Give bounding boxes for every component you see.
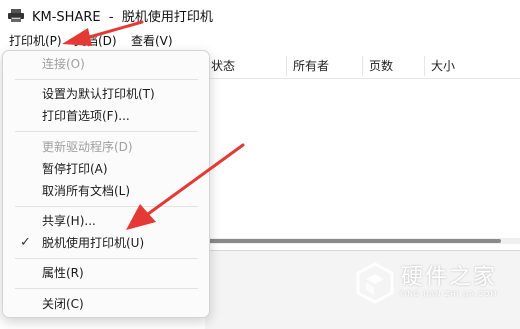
menu-item-pause-printing[interactable]: 暂停打印(A) [7,158,206,180]
column-header-pages[interactable]: 页数 [363,56,425,76]
menu-item-label: 属性(R) [42,266,84,280]
menu-separator [15,258,198,259]
checkmark-icon: ✓ [20,235,31,250]
column-header-size[interactable]: 大小 [425,56,520,76]
menu-separator [15,206,198,207]
menu-item-printing-preferences[interactable]: 打印首选项(F)... [7,105,206,127]
menu-item-label: 连接(O) [42,57,85,71]
menu-item-label: 打印首选项(F)... [42,109,130,123]
cube-logo-icon [356,262,394,304]
menu-item-label: 设置为默认打印机(T) [42,87,155,101]
menu-separator [15,288,198,289]
menu-separator [15,131,198,132]
header-divider [200,78,520,79]
menu-item-close[interactable]: 关闭(C) [7,293,206,315]
menu-printer[interactable]: 打印机(P) [6,32,65,50]
menu-item-label: 更新驱动程序(D) [42,140,133,154]
title-bar: KM-SHARE - 脱机使用打印机 [0,0,520,30]
menu-item-label: 暂停打印(A) [42,162,108,176]
printer-menu-dropdown: 连接(O) 设置为默认打印机(T) 打印首选项(F)... 更新驱动程序(D) … [2,50,210,318]
watermark-subtext: YING JIAN ZHI JIA.COM [399,290,498,298]
scrollbar-thumb[interactable] [205,239,501,243]
menu-item-set-default[interactable]: 设置为默认打印机(T) [7,83,206,105]
menu-item-update-driver[interactable]: 更新驱动程序(D) [7,136,206,158]
printer-icon [8,9,24,22]
menu-item-connect[interactable]: 连接(O) [7,53,206,75]
watermark-text: 硬件之家 [401,265,498,290]
menu-separator [15,79,198,80]
menu-item-label: 共享(H)... [42,214,96,228]
column-header-owner[interactable]: 所有者 [287,56,363,76]
menu-item-properties[interactable]: 属性(R) [7,262,206,284]
menu-item-sharing[interactable]: 共享(H)... [7,210,206,232]
menu-item-label: 取消所有文档(L) [42,184,131,198]
watermark: 硬件之家 YING JIAN ZHI JIA.COM [355,259,515,309]
menu-item-use-printer-offline[interactable]: ✓ 脱机使用打印机(U) [7,232,206,254]
menu-view[interactable]: 查看(V) [128,32,176,50]
window-title: KM-SHARE - 脱机使用打印机 [32,10,213,25]
menu-bar: 打印机(P) 文档(D) 查看(V) [0,30,520,52]
menu-item-label: 脱机使用打印机(U) [42,236,145,250]
menu-document[interactable]: 文档(D) [71,32,120,50]
menu-item-label: 关闭(C) [42,297,84,311]
menu-item-cancel-all-documents[interactable]: 取消所有文档(L) [7,180,206,202]
column-header-status[interactable]: 状态 [205,56,287,76]
